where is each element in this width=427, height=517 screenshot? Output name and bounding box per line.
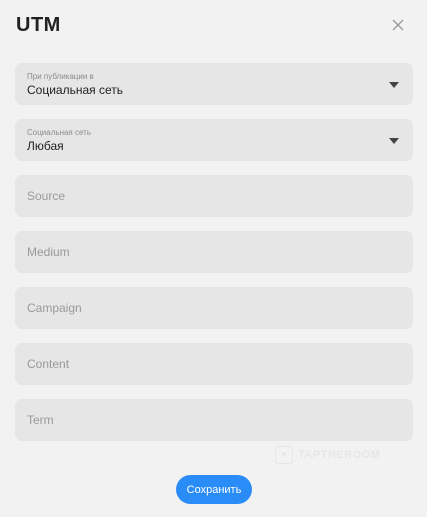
term-input[interactable]	[15, 399, 413, 441]
content-input[interactable]	[15, 343, 413, 385]
close-button[interactable]	[391, 18, 407, 34]
utm-dialog: UTM При публикации в Социальная сеть Соц…	[0, 0, 427, 517]
watermark-text: TAPTHEROOM	[298, 449, 381, 461]
social-network-value: Любая	[27, 139, 64, 153]
source-field-wrapper	[15, 175, 413, 217]
campaign-input[interactable]	[15, 287, 413, 329]
publish-in-select[interactable]: При публикации в Социальная сеть	[15, 63, 413, 105]
watermark: ■ TAPTHEROOM	[275, 444, 380, 466]
chevron-down-icon	[389, 138, 399, 144]
social-network-select[interactable]: Социальная сеть Любая	[15, 119, 413, 161]
watermark-logo-icon: ■	[275, 446, 293, 464]
medium-field-wrapper	[15, 231, 413, 273]
save-button[interactable]: Сохранить	[176, 475, 252, 504]
dialog-title: UTM	[16, 14, 61, 36]
medium-input[interactable]	[15, 231, 413, 273]
close-icon	[392, 19, 404, 31]
source-input[interactable]	[15, 175, 413, 217]
publish-in-label: При публикации в	[27, 72, 94, 81]
publish-in-value: Социальная сеть	[27, 83, 123, 97]
content-field-wrapper	[15, 343, 413, 385]
term-field-wrapper	[15, 399, 413, 441]
social-network-label: Социальная сеть	[27, 128, 91, 137]
campaign-field-wrapper	[15, 287, 413, 329]
chevron-down-icon	[389, 82, 399, 88]
